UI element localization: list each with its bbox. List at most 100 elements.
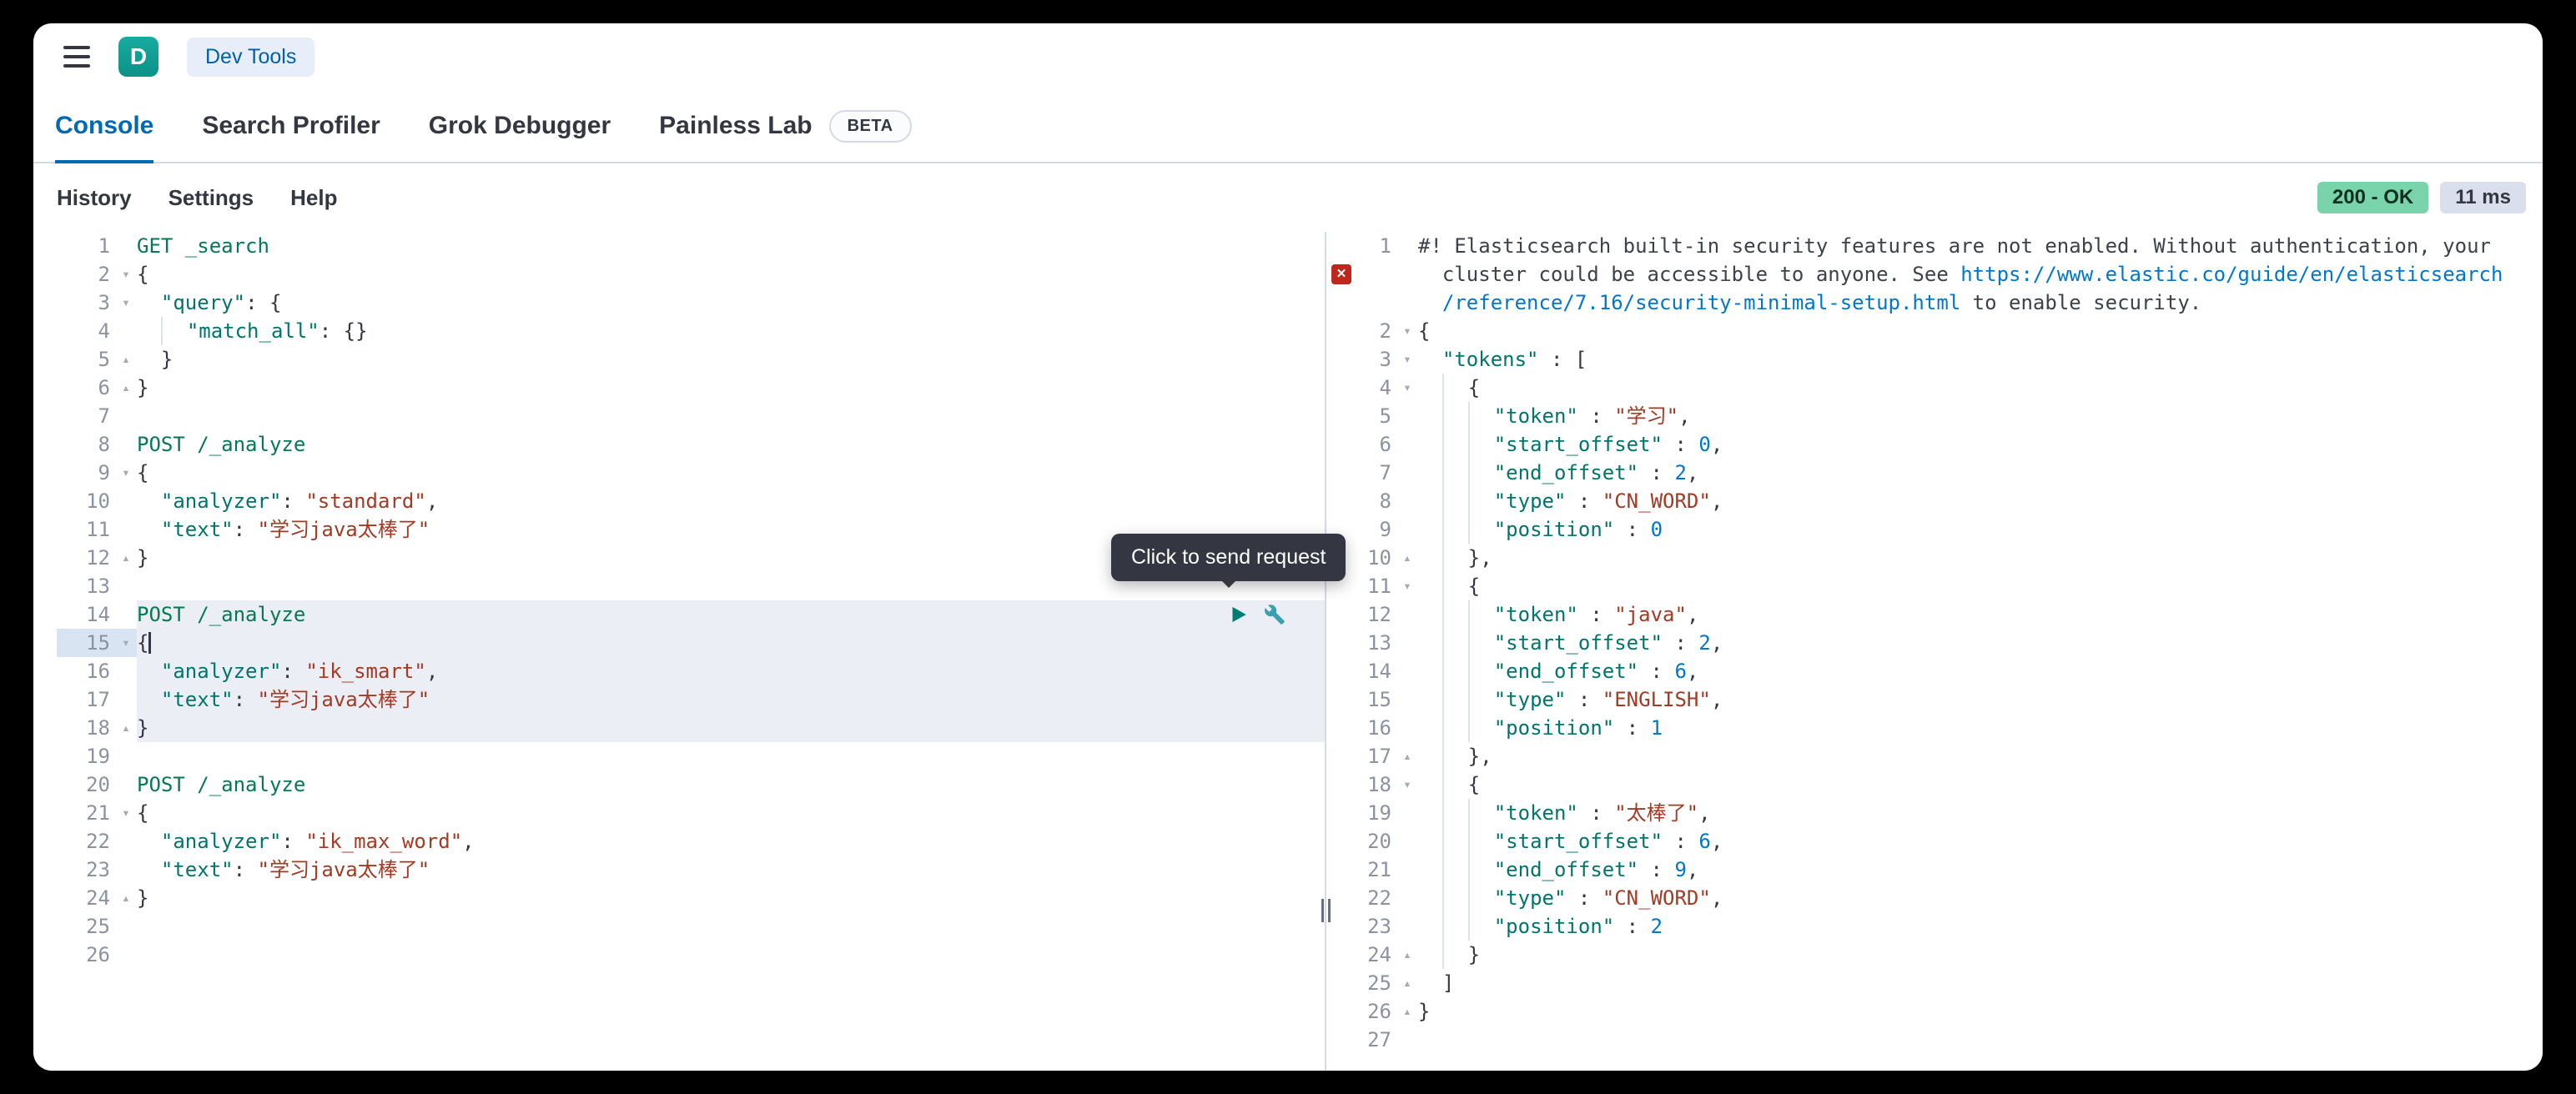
request-editor-pane[interactable]: 1GET _search2▾{3▾ "query": {4 "match_all…	[33, 232, 1325, 1071]
code-line[interactable]: 8POST /_analyze	[57, 430, 1325, 459]
menu-settings[interactable]: Settings	[169, 185, 254, 211]
code-line[interactable]: 22 "type" : "CN_WORD",	[1326, 884, 2543, 912]
code-line[interactable]: 16 "analyzer": "ik_smart",	[57, 657, 1325, 685]
status-code-badge: 200 - OK	[2317, 182, 2428, 213]
code-line[interactable]: 23 "text": "学习java太棒了"	[57, 856, 1325, 884]
tab-painless-lab[interactable]: Painless Lab BETA	[659, 90, 911, 162]
code-line[interactable]: 25	[57, 912, 1325, 941]
code-line[interactable]: 1GET _search	[57, 232, 1325, 260]
line-number: 1	[57, 232, 115, 260]
code-line[interactable]: 2▾{	[57, 260, 1325, 289]
fold-toggle-icon[interactable]: ▴	[1396, 997, 1418, 1026]
code-line[interactable]: 22 "analyzer": "ik_max_word",	[57, 827, 1325, 856]
code-line[interactable]: 14POST /_analyze	[57, 600, 1325, 629]
code-line[interactable]: 2▾{	[1326, 317, 2543, 345]
code-line[interactable]: 17▴ },	[1326, 742, 2543, 770]
code-line[interactable]: 12 "token" : "java",	[1326, 600, 2543, 629]
fold-gutter	[115, 515, 137, 544]
wrench-icon[interactable]	[1263, 603, 1286, 626]
code-line[interactable]: 27	[1326, 1026, 2543, 1054]
fold-toggle-icon[interactable]: ▾	[1396, 572, 1418, 600]
code-line[interactable]: 19	[57, 742, 1325, 770]
fold-toggle-icon[interactable]: ▴	[1396, 742, 1418, 770]
code-line[interactable]: 26	[57, 941, 1325, 969]
code-line[interactable]: 8 "type" : "CN_WORD",	[1326, 487, 2543, 515]
tab-console[interactable]: Console	[55, 90, 153, 162]
code-line[interactable]: 10 "analyzer": "standard",	[57, 487, 1325, 515]
code-line[interactable]: 13 "start_offset" : 2,	[1326, 629, 2543, 657]
code-token: },	[1444, 546, 1492, 570]
fold-toggle-icon[interactable]: ▴	[1396, 941, 1418, 969]
code-line[interactable]: /reference/7.16/security-minimal-setup.h…	[1326, 289, 2543, 317]
fold-toggle-icon[interactable]: ▴	[115, 345, 137, 374]
code-token: }	[1418, 1000, 1430, 1023]
code-line[interactable]: 7 "end_offset" : 2,	[1326, 459, 2543, 487]
code-line[interactable]: 23 "position" : 2	[1326, 912, 2543, 941]
code-line[interactable]: 4▾ {	[1326, 374, 2543, 402]
response-pane[interactable]: 1#! Elasticsearch built-in security feat…	[1326, 232, 2543, 1071]
code-line[interactable]: 10▴ },	[1326, 544, 2543, 572]
code-line[interactable]: 24▴ }	[1326, 941, 2543, 969]
line-number-text: 5	[1380, 402, 1391, 430]
code-line[interactable]: 17 "text": "学习java太棒了"	[57, 685, 1325, 714]
code-line[interactable]: 20 "start_offset" : 6,	[1326, 827, 2543, 856]
code-line[interactable]: 15 "type" : "ENGLISH",	[1326, 685, 2543, 714]
code-line[interactable]: 3▾ "query": {	[57, 289, 1325, 317]
fold-toggle-icon[interactable]: ▴	[1396, 969, 1418, 997]
tab-search-profiler[interactable]: Search Profiler	[202, 90, 380, 162]
fold-toggle-icon[interactable]: ▾	[1396, 374, 1418, 402]
code-token: :	[1638, 858, 1674, 881]
fold-toggle-icon[interactable]: ▾	[115, 459, 137, 487]
code-line[interactable]: 6▴}	[57, 374, 1325, 402]
code-line[interactable]: 5 "token" : "学习",	[1326, 402, 2543, 430]
code-line[interactable]: 15▾{	[57, 629, 1325, 657]
fold-toggle-icon[interactable]: ▴	[115, 714, 137, 742]
fold-toggle-icon[interactable]: ▾	[115, 799, 137, 827]
code-line[interactable]: 5▴ }	[57, 345, 1325, 374]
fold-toggle-icon[interactable]: ▾	[115, 289, 137, 317]
tab-grok-debugger[interactable]: Grok Debugger	[429, 90, 611, 162]
line-number: 2	[1326, 317, 1396, 345]
line-number: 21	[57, 799, 115, 827]
code-line[interactable]: 3▾ "tokens" : [	[1326, 345, 2543, 374]
fold-toggle-icon[interactable]: ▾	[115, 260, 137, 289]
code-token: :	[234, 518, 258, 541]
fold-toggle-icon[interactable]: ▴	[115, 884, 137, 912]
fold-toggle-icon[interactable]: ▾	[1396, 770, 1418, 799]
code-line[interactable]: 7	[57, 402, 1325, 430]
code-token: "end_offset"	[1494, 858, 1638, 881]
code-line[interactable]: ✕ cluster could be accessible to anyone.…	[1326, 260, 2543, 289]
code-line[interactable]: 6 "start_offset" : 0,	[1326, 430, 2543, 459]
code-token	[1444, 660, 1468, 683]
code-line[interactable]: 1#! Elasticsearch built-in security feat…	[1326, 232, 2543, 260]
code-line[interactable]: 11▾ {	[1326, 572, 2543, 600]
code-line[interactable]: 20POST /_analyze	[57, 770, 1325, 799]
code-line[interactable]: 19 "token" : "太棒了",	[1326, 799, 2543, 827]
space-avatar[interactable]: D	[118, 37, 158, 77]
fold-toggle-icon[interactable]: ▴	[115, 374, 137, 402]
code-token: :	[1638, 660, 1674, 683]
code-line[interactable]: 14 "end_offset" : 6,	[1326, 657, 2543, 685]
fold-toggle-icon[interactable]: ▴	[1396, 544, 1418, 572]
code-line[interactable]: 18▾ {	[1326, 770, 2543, 799]
code-line[interactable]: 9 "position" : 0	[1326, 515, 2543, 544]
fold-toggle-icon[interactable]: ▾	[1396, 345, 1418, 374]
code-token: "start_offset"	[1494, 433, 1663, 456]
fold-toggle-icon[interactable]: ▾	[1396, 317, 1418, 345]
code-line[interactable]: 9▾{	[57, 459, 1325, 487]
code-line[interactable]: 21 "end_offset" : 9,	[1326, 856, 2543, 884]
fold-toggle-icon[interactable]: ▴	[115, 544, 137, 572]
code-line[interactable]: 18▴}	[57, 714, 1325, 742]
code-line[interactable]: 26▴}	[1326, 997, 2543, 1026]
code-line[interactable]: 4 "match_all": {}	[57, 317, 1325, 345]
code-line[interactable]: 24▴}	[57, 884, 1325, 912]
code-line[interactable]: 25▴ ]	[1326, 969, 2543, 997]
menu-help[interactable]: Help	[290, 185, 337, 211]
breadcrumb-dev-tools[interactable]: Dev Tools	[187, 38, 314, 77]
fold-toggle-icon[interactable]: ▾	[115, 629, 137, 657]
send-request-button[interactable]	[1226, 603, 1250, 626]
code-line[interactable]: 16 "position" : 1	[1326, 714, 2543, 742]
hamburger-menu-icon[interactable]	[63, 46, 90, 68]
code-line[interactable]: 21▾{	[57, 799, 1325, 827]
menu-history[interactable]: History	[57, 185, 132, 211]
